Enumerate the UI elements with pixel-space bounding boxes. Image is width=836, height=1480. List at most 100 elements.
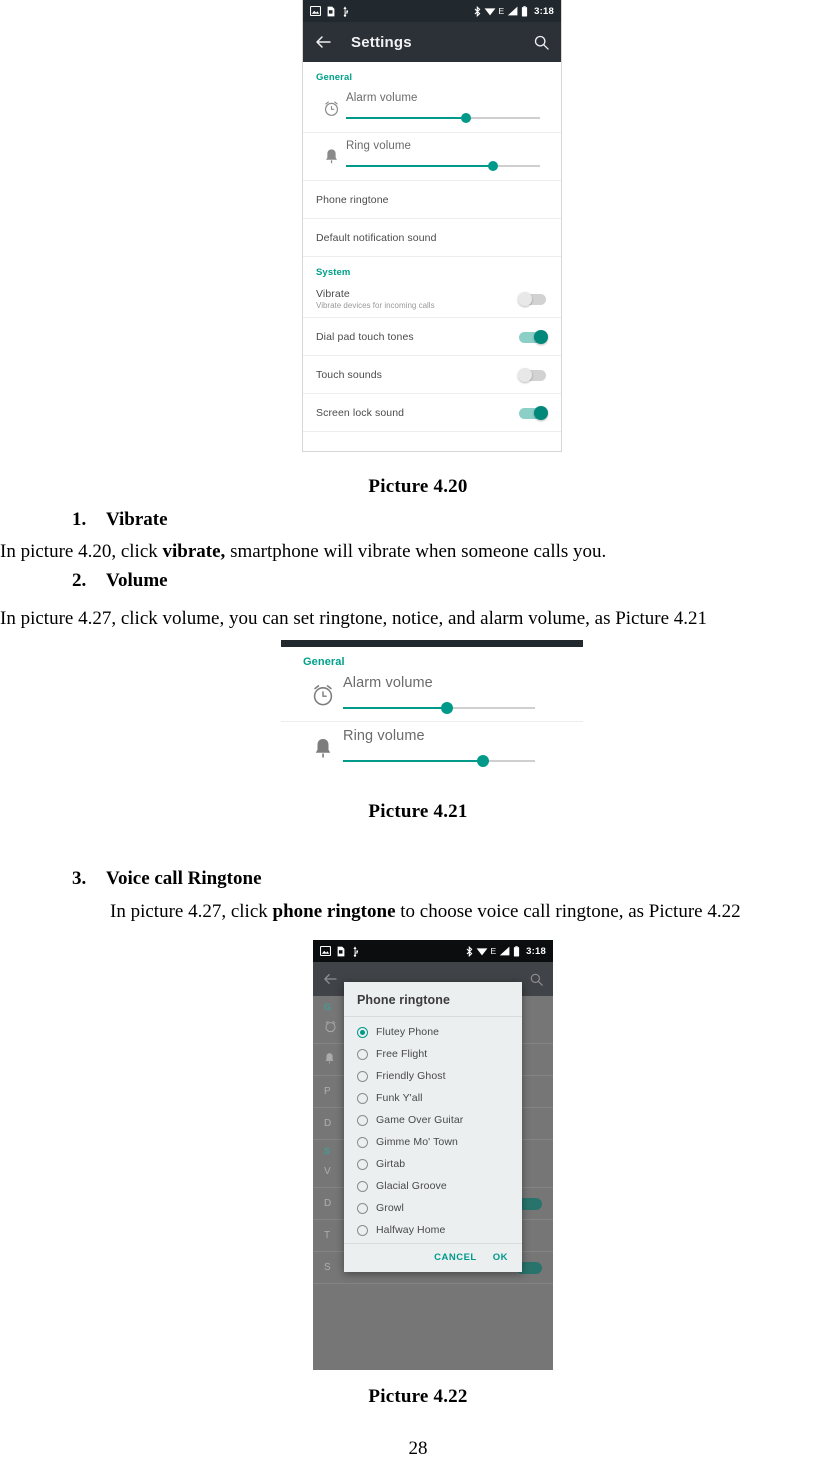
alarm-volume-slider[interactable]: [346, 111, 540, 125]
sim-card-icon: [327, 6, 335, 17]
bell-icon: [303, 737, 343, 760]
ringtone-option-gimme-mo-town[interactable]: Gimme Mo' Town: [344, 1131, 522, 1153]
ring-volume-control[interactable]: Ring volume: [346, 140, 548, 173]
settings-row-dial-pad-touch-tones[interactable]: Dial pad touch tones: [303, 318, 561, 356]
section-header-system: System: [316, 267, 351, 278]
app-bar: Settings: [303, 22, 561, 62]
signal-icon: [507, 6, 518, 16]
list-item-2-label: Volume: [106, 570, 168, 591]
radio-button-icon[interactable]: [357, 1158, 368, 1170]
default-notification-sound-label: Default notification sound: [316, 231, 437, 244]
radio-button-icon[interactable]: [357, 1224, 368, 1236]
paragraph-ringtone-emphasis: phone ringtone: [272, 901, 396, 922]
radio-button-icon[interactable]: [357, 1048, 368, 1060]
alarm-volume-control[interactable]: Alarm volume: [346, 92, 548, 125]
signal-icon: [499, 946, 510, 956]
page-title: Settings: [351, 33, 412, 51]
settings-row-alarm-volume[interactable]: Alarm volume: [303, 85, 561, 133]
list-item-1-label: Vibrate: [106, 509, 168, 530]
ringtone-option-flutey-phone[interactable]: Flutey Phone: [344, 1021, 522, 1043]
image-icon: [310, 6, 321, 16]
ring-volume-control[interactable]: Ring volume: [343, 728, 561, 768]
settings-row-touch-sounds[interactable]: Touch sounds: [303, 356, 561, 394]
settings-row-phone-ringtone[interactable]: Phone ringtone: [303, 181, 561, 219]
cancel-button[interactable]: CANCEL: [434, 1252, 477, 1263]
ringtone-option-label: Halfway Home: [376, 1224, 446, 1236]
ringtone-option-growl[interactable]: Growl: [344, 1197, 522, 1219]
vibrate-label: Vibrate: [316, 287, 350, 300]
ringtone-option-game-over-guitar[interactable]: Game Over Guitar: [344, 1109, 522, 1131]
bell-icon: [316, 148, 346, 165]
slider-fill: [346, 117, 467, 119]
ringtone-option-halfway-home[interactable]: Halfway Home: [344, 1219, 522, 1241]
ring-volume-label: Ring volume: [346, 140, 412, 152]
status-bar: E 3:18: [303, 0, 561, 22]
settings-row-screen-lock-sound[interactable]: Screen lock sound: [303, 394, 561, 432]
background-row-dial-pad-label: D: [324, 1198, 332, 1209]
radio-button-icon[interactable]: [357, 1026, 368, 1038]
settings-list: General Alarm volume Ring volume Phone r…: [303, 62, 561, 432]
list-item-1-vibrate: 1. Vibrate: [72, 509, 168, 531]
android-screenshot-phone-ringtone-dialog: E 3:18 G P D S V D T S Phone ringtone Fl…: [313, 940, 553, 1370]
ringtone-option-friendly-ghost[interactable]: Friendly Ghost: [344, 1065, 522, 1087]
screen-lock-sound-toggle[interactable]: [518, 405, 548, 420]
radio-button-icon[interactable]: [357, 1070, 368, 1082]
list-item-3-voice-call-ringtone: 3. Voice call Ringtone: [72, 868, 262, 890]
radio-button-icon[interactable]: [357, 1180, 368, 1192]
ring-volume-label: Ring volume: [343, 728, 425, 744]
android-screenshot-settings-sound: E 3:18 Settings General Alarm volume Rin…: [302, 0, 562, 452]
back-arrow-icon[interactable]: [315, 35, 331, 49]
alarm-volume-label: Alarm volume: [346, 92, 418, 104]
slider-thumb[interactable]: [477, 755, 490, 767]
paragraph-vibrate-part-a: In picture 4.20, click: [0, 541, 163, 562]
settings-row-ring-volume[interactable]: Ring volume: [281, 722, 583, 774]
settings-row-ring-volume[interactable]: Ring volume: [303, 133, 561, 181]
radio-button-icon[interactable]: [357, 1114, 368, 1126]
edge-icon: E: [498, 5, 505, 16]
ringtone-option-label: Gimme Mo' Town: [376, 1136, 458, 1148]
edge-icon: E: [490, 945, 497, 956]
battery-icon: [521, 5, 528, 17]
phone-ringtone-dialog: Phone ringtone Flutey Phone Free Flight …: [344, 982, 522, 1272]
slider-fill: [346, 165, 494, 167]
settings-row-vibrate[interactable]: Vibrate Vibrate devices for incoming cal…: [303, 280, 561, 318]
ok-button[interactable]: OK: [493, 1252, 508, 1263]
radio-button-icon[interactable]: [357, 1136, 368, 1148]
ringtone-options-list[interactable]: Flutey Phone Free Flight Friendly Ghost …: [344, 1017, 522, 1243]
toggle-knob: [534, 405, 548, 420]
paragraph-voice-call-ringtone: In picture 4.27, click phone ringtone to…: [110, 900, 836, 924]
phone-ringtone-label: Phone ringtone: [316, 193, 389, 206]
alarm-volume-slider[interactable]: [343, 701, 535, 715]
app-bar-strip: [281, 640, 583, 647]
slider-thumb[interactable]: [488, 161, 499, 171]
vibrate-toggle[interactable]: [518, 291, 548, 306]
radio-button-icon[interactable]: [357, 1202, 368, 1214]
ringtone-option-label: Free Flight: [376, 1048, 428, 1060]
ringtone-option-label: Game Over Guitar: [376, 1114, 464, 1126]
touch-sounds-toggle[interactable]: [518, 367, 548, 382]
ringtone-option-glacial-groove[interactable]: Glacial Groove: [344, 1175, 522, 1197]
ring-volume-slider[interactable]: [346, 159, 540, 173]
dial-pad-touch-tones-main: Dial pad touch tones: [316, 331, 510, 343]
touch-sounds-main: Touch sounds: [316, 369, 510, 381]
ringtone-option-funk-yall[interactable]: Funk Y'all: [344, 1087, 522, 1109]
paragraph-ringtone-part-c: to choose voice call ringtone, as Pictur…: [395, 901, 741, 922]
ringtone-option-girtab[interactable]: Girtab: [344, 1153, 522, 1175]
settings-row-alarm-volume[interactable]: Alarm volume: [281, 669, 583, 722]
slider-thumb[interactable]: [461, 113, 472, 123]
section-header-general: General: [303, 656, 345, 668]
bluetooth-icon: [466, 945, 473, 957]
slider-thumb[interactable]: [440, 702, 453, 714]
dial-pad-touch-tones-toggle[interactable]: [518, 329, 548, 344]
settings-row-default-notification-sound[interactable]: Default notification sound: [303, 219, 561, 257]
toggle-knob: [518, 367, 532, 382]
radio-button-icon[interactable]: [357, 1092, 368, 1104]
slider-fill: [343, 760, 484, 762]
ringtone-option-free-flight[interactable]: Free Flight: [344, 1043, 522, 1065]
screen-lock-sound-label: Screen lock sound: [316, 406, 405, 419]
search-icon[interactable]: [534, 35, 549, 50]
ring-volume-slider[interactable]: [343, 754, 535, 768]
alarm-volume-label: Alarm volume: [343, 675, 433, 691]
alarm-volume-control[interactable]: Alarm volume: [343, 675, 561, 715]
wifi-icon: [476, 946, 488, 956]
